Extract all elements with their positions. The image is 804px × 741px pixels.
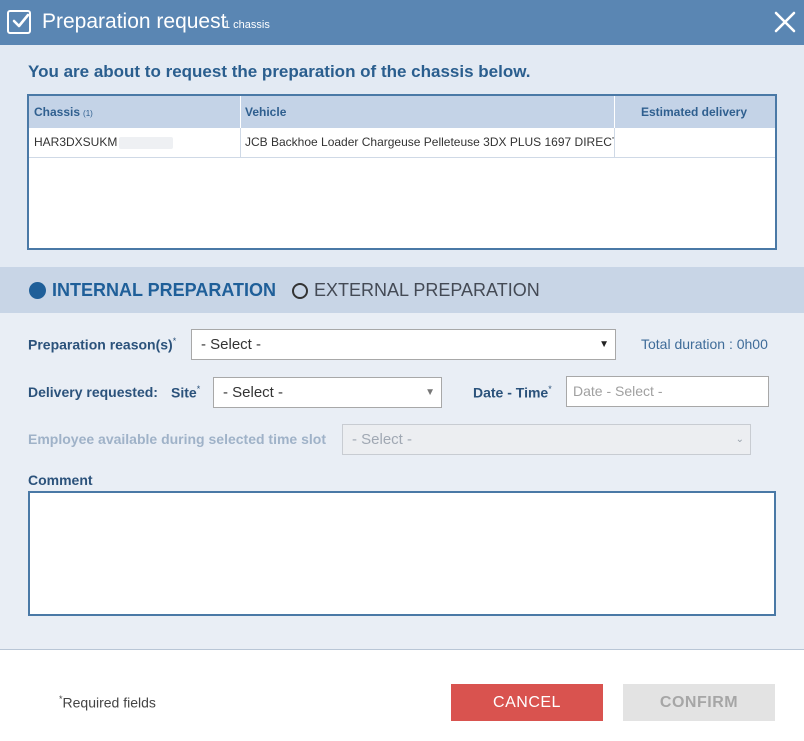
table-row[interactable]: HAR3DXSUKM JCB Backhoe Loader Chargeuse … — [29, 128, 775, 158]
dialog-title-bar: Preparation request 1 chassis — [0, 0, 804, 45]
cell-chassis: HAR3DXSUKM — [34, 128, 239, 157]
redacted-text — [119, 136, 174, 149]
site-label: Site* — [171, 384, 201, 401]
total-duration: Total duration : 0h00 — [641, 336, 768, 352]
employee-select[interactable]: - Select - ⌄ — [342, 424, 751, 455]
confirm-button[interactable]: CONFIRM — [623, 684, 775, 721]
radio-external-preparation[interactable]: EXTERNAL PREPARATION — [292, 280, 540, 301]
cell-estimated-delivery — [617, 128, 771, 157]
comment-label: Comment — [28, 472, 93, 488]
site-select[interactable]: - Select - ▼ — [213, 377, 442, 408]
chassis-table: Chassis (1) Vehicle Estimated delivery HA… — [27, 94, 777, 250]
column-header-chassis[interactable]: Chassis (1) — [34, 96, 234, 128]
dialog-title: Preparation request — [42, 10, 227, 33]
preparation-reason-label: Preparation reason(s)* — [28, 336, 177, 353]
caret-down-icon: ▼ — [599, 339, 609, 350]
delivery-requested-label: Delivery requested: — [28, 384, 158, 400]
preparation-reason-select[interactable]: - Select - ▼ — [191, 329, 616, 360]
date-time-input[interactable]: Date - Select - — [566, 376, 769, 407]
table-header: Chassis (1) Vehicle Estimated delivery — [29, 96, 775, 128]
chassis-count-badge: (1) — [83, 109, 93, 118]
preparation-type-bar: INTERNAL PREPARATION EXTERNAL PREPARATIO… — [0, 267, 804, 313]
column-header-vehicle[interactable]: Vehicle — [245, 96, 605, 128]
required-fields-note: *Required fields — [59, 694, 156, 711]
caret-down-icon: ▼ — [425, 387, 435, 398]
radio-unselected-icon — [292, 282, 308, 299]
close-icon[interactable] — [772, 9, 798, 35]
chassis-count: 1 chassis — [224, 19, 270, 31]
employee-available-label: Employee available during selected time … — [28, 431, 326, 447]
comment-textarea[interactable] — [28, 491, 776, 616]
chevron-down-icon: ⌄ — [735, 434, 744, 445]
checkbox-checked-icon — [7, 10, 31, 34]
column-header-estimated-delivery[interactable]: Estimated delivery — [617, 96, 771, 128]
cell-vehicle: JCB Backhoe Loader Chargeuse Pelleteuse … — [245, 135, 615, 149]
intro-text: You are about to request the preparation… — [28, 62, 531, 81]
radio-selected-icon — [29, 282, 46, 299]
date-time-label: Date - Time* — [473, 384, 552, 401]
cancel-button[interactable]: CANCEL — [451, 684, 603, 721]
radio-internal-preparation[interactable]: INTERNAL PREPARATION — [29, 280, 276, 301]
